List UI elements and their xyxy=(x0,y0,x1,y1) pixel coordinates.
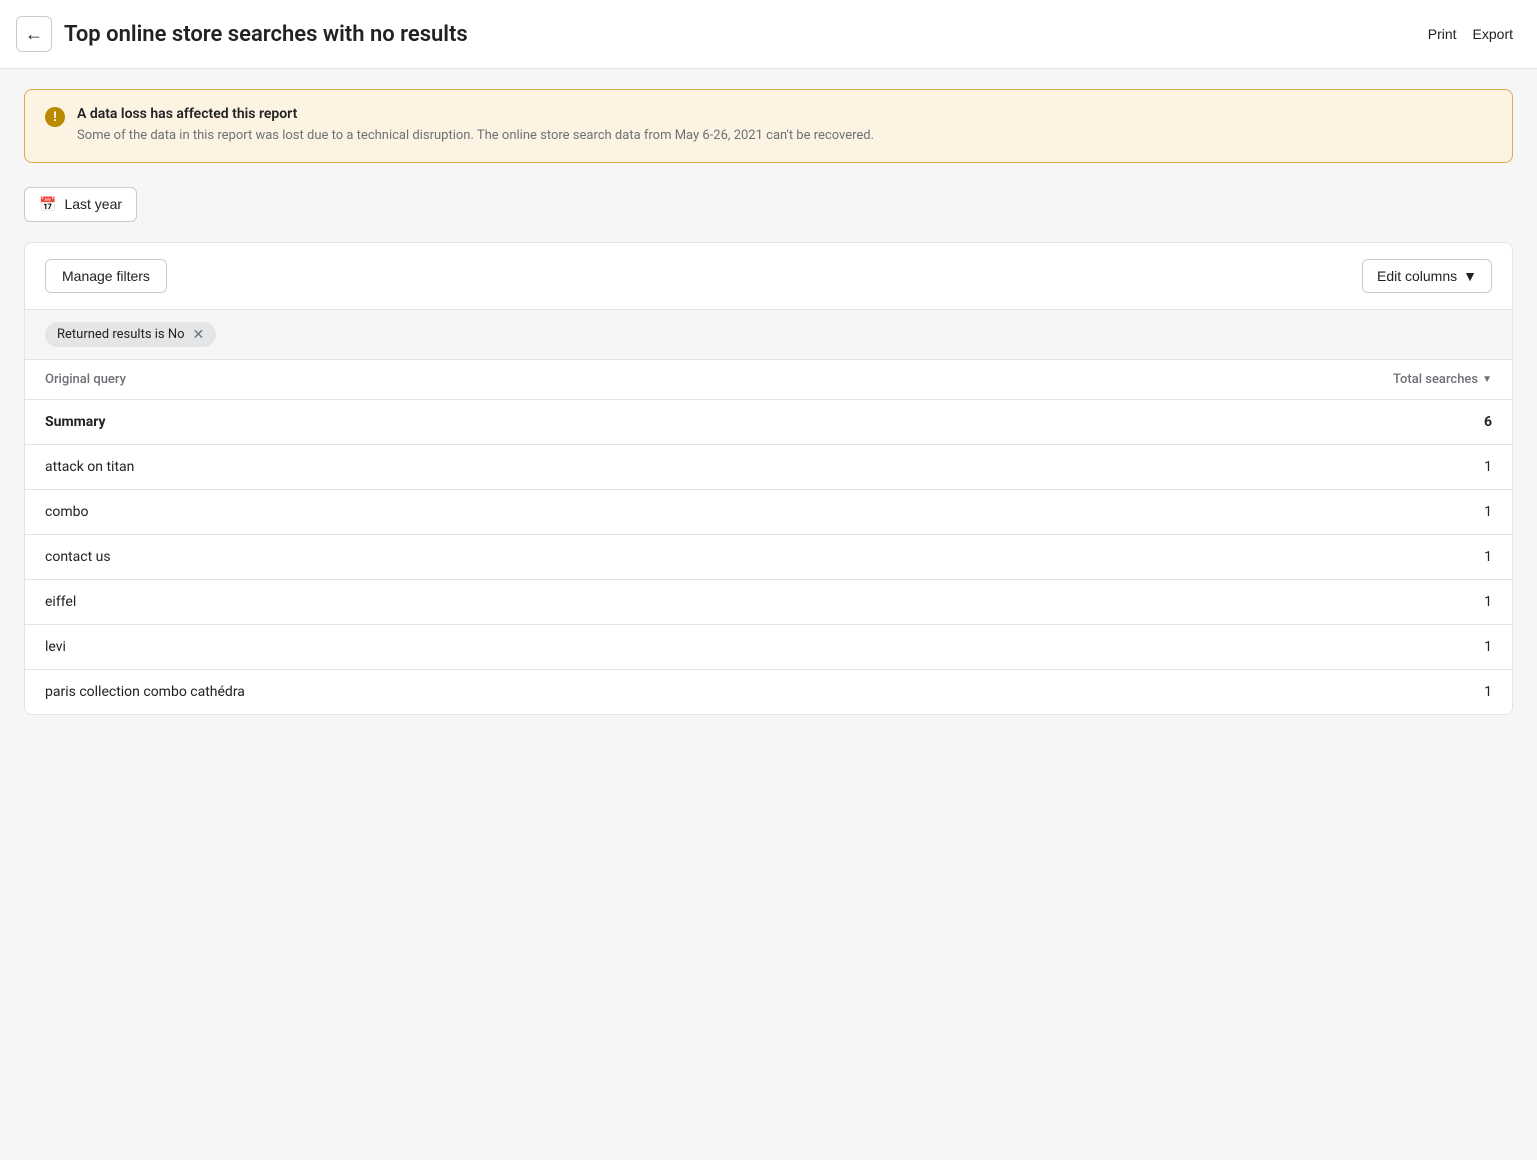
query-cell: levi xyxy=(25,624,966,669)
query-cell: eiffel xyxy=(25,579,966,624)
query-cell: combo xyxy=(25,489,966,534)
date-filter-label: Last year xyxy=(64,196,122,212)
edit-columns-label: Edit columns xyxy=(1377,268,1457,284)
edit-columns-button[interactable]: Edit columns ▼ xyxy=(1362,259,1492,293)
alert-content: A data loss has affected this report Som… xyxy=(77,106,874,146)
chevron-down-icon: ▼ xyxy=(1463,268,1477,284)
summary-total: 6 xyxy=(966,399,1512,444)
active-filters-row: Returned results is No ✕ xyxy=(25,310,1512,360)
col-header-total-searches: Total searches ▼ xyxy=(966,360,1512,400)
summary-label: Summary xyxy=(25,399,966,444)
table-row: levi 1 xyxy=(25,624,1512,669)
table-row: contact us 1 xyxy=(25,534,1512,579)
alert-body: Some of the data in this report was lost… xyxy=(77,126,874,146)
header: ← Top online store searches with no resu… xyxy=(0,0,1537,69)
manage-filters-button[interactable]: Manage filters xyxy=(45,259,167,293)
count-cell: 1 xyxy=(966,624,1512,669)
query-cell: contact us xyxy=(25,534,966,579)
header-actions: Print Export xyxy=(1428,26,1513,42)
summary-row: Summary 6 xyxy=(25,399,1512,444)
page-title: Top online store searches with no result… xyxy=(64,22,468,47)
page-wrapper: ← Top online store searches with no resu… xyxy=(0,0,1537,735)
back-button[interactable]: ← xyxy=(16,16,52,52)
count-cell: 1 xyxy=(966,579,1512,624)
warning-icon: ! xyxy=(45,107,65,127)
col-header-query: Original query xyxy=(25,360,966,400)
header-left: ← Top online store searches with no resu… xyxy=(16,16,468,52)
main-content: ! A data loss has affected this report S… xyxy=(0,69,1537,735)
count-cell: 1 xyxy=(966,534,1512,579)
data-table: Original query Total searches ▼ Summary xyxy=(25,360,1512,714)
sort-icon: ▼ xyxy=(1482,374,1492,385)
filter-tag-0: Returned results is No ✕ xyxy=(45,322,216,347)
date-filter-row: 📅 Last year xyxy=(24,187,1513,222)
table-row: combo 1 xyxy=(25,489,1512,534)
query-cell: paris collection combo cathédra xyxy=(25,669,966,714)
table-row: eiffel 1 xyxy=(25,579,1512,624)
export-button[interactable]: Export xyxy=(1473,26,1513,42)
date-filter-button[interactable]: 📅 Last year xyxy=(24,187,137,222)
alert-title: A data loss has affected this report xyxy=(77,106,874,122)
count-cell: 1 xyxy=(966,669,1512,714)
alert-banner: ! A data loss has affected this report S… xyxy=(24,89,1513,163)
table-header-row: Original query Total searches ▼ xyxy=(25,360,1512,400)
total-searches-sort[interactable]: Total searches ▼ xyxy=(1393,372,1492,387)
report-card: Manage filters Edit columns ▼ Returned r… xyxy=(24,242,1513,715)
query-cell: attack on titan xyxy=(25,444,966,489)
table-row: attack on titan 1 xyxy=(25,444,1512,489)
toolbar: Manage filters Edit columns ▼ xyxy=(25,243,1512,310)
count-cell: 1 xyxy=(966,444,1512,489)
table-row: paris collection combo cathédra 1 xyxy=(25,669,1512,714)
calendar-icon: 📅 xyxy=(39,196,56,213)
filter-tag-label: Returned results is No xyxy=(57,327,185,342)
print-button[interactable]: Print xyxy=(1428,26,1457,42)
filter-tag-remove-button[interactable]: ✕ xyxy=(193,327,205,341)
count-cell: 1 xyxy=(966,489,1512,534)
